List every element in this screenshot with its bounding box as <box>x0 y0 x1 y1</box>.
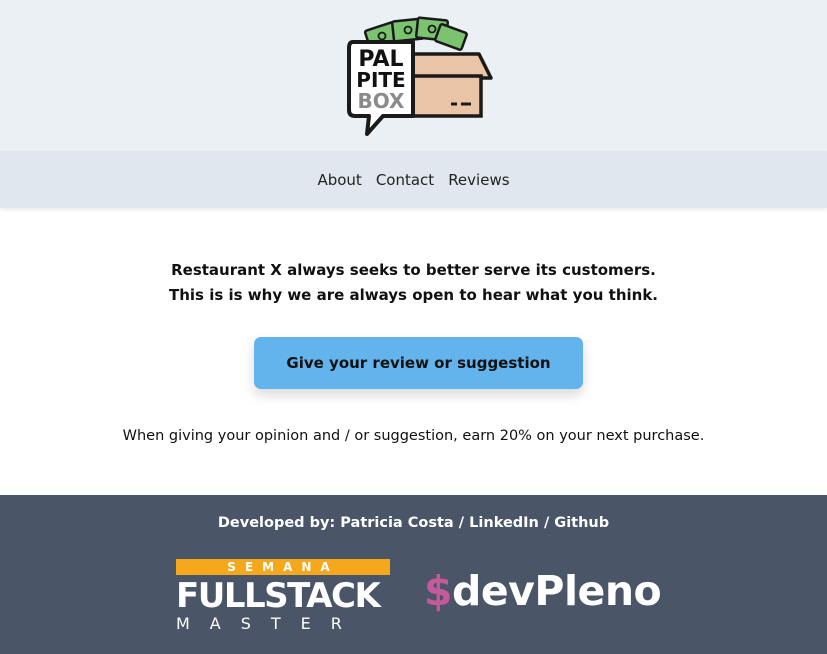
palpitebox-logo[interactable]: PAL PITE BOX <box>345 14 493 136</box>
header: PAL PITE BOX <box>0 0 827 151</box>
nav-item-reviews[interactable]: Reviews <box>448 171 509 189</box>
developed-by-label: Developed by: <box>217 515 336 531</box>
fullstack-main: FULLSTACK <box>176 576 381 616</box>
main-nav: About Contact Reviews <box>0 151 827 208</box>
fullstack-sub: MASTER <box>176 614 362 633</box>
linkedin-link[interactable]: LinkedIn <box>469 515 539 531</box>
intro-line-2: This is is why we are always open to hea… <box>169 286 658 304</box>
intro-text: Restaurant X always seeks to better serv… <box>0 258 827 308</box>
fullstack-master-logo[interactable]: SEMANA FULLSTACK MASTER <box>176 559 390 635</box>
nav-item-about[interactable]: About <box>317 171 361 189</box>
box-icon <box>409 52 493 118</box>
devpleno-dollar: $ <box>424 567 453 615</box>
nav-item-contact[interactable]: Contact <box>376 171 434 189</box>
github-link[interactable]: Github <box>554 515 609 531</box>
separator: / <box>458 515 465 531</box>
developer-credits: Developed by: Patricia Costa / LinkedIn … <box>0 515 827 531</box>
devpleno-name: devPleno <box>452 567 662 615</box>
intro-line-1: Restaurant X always seeks to better serv… <box>171 261 656 279</box>
devpleno-logo[interactable]: $devPleno <box>424 567 662 615</box>
author-link[interactable]: Patricia Costa <box>340 515 453 531</box>
separator: / <box>543 515 550 531</box>
svg-text:BOX: BOX <box>358 89 406 113</box>
promo-text: When giving your opinion and / or sugges… <box>122 428 705 444</box>
footer: Developed by: Patricia Costa / LinkedIn … <box>0 495 827 654</box>
main-content: Restaurant X always seeks to better serv… <box>0 208 827 495</box>
fullstack-band: SEMANA <box>176 559 390 575</box>
review-button[interactable]: Give your review or suggestion <box>254 337 583 389</box>
